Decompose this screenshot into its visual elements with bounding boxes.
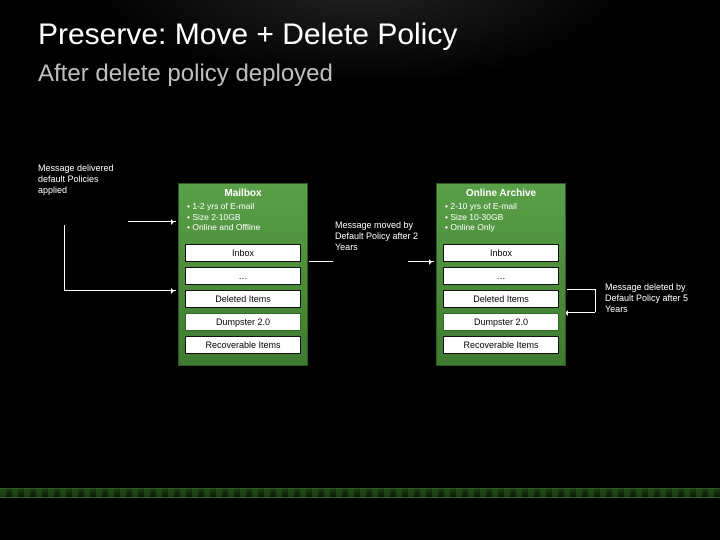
mailbox-row-deleted: Deleted Items (185, 290, 301, 308)
slide-title: Preserve: Move + Delete Policy (38, 18, 457, 52)
archive-row-inbox: Inbox (443, 244, 559, 262)
mailbox-title: Mailbox (179, 184, 307, 201)
archive-title: Online Archive (437, 184, 565, 201)
annotation-moved: Message moved by Default Policy after 2 … (335, 220, 425, 252)
annotation-deleted: Message deleted by Default Policy after … (605, 282, 705, 314)
archive-bullets: • 2-10 yrs of E-mail• Size 10-30GB• Onli… (437, 201, 565, 239)
mailbox-row-ellipsis: … (185, 267, 301, 285)
connector-mid-right (408, 261, 434, 262)
connector-right-in (567, 312, 595, 313)
mailbox-card: Mailbox • 1-2 yrs of E-mail• Size 2-10GB… (178, 183, 308, 366)
connector-elbow-left-h (64, 290, 176, 291)
mailbox-row-inbox: Inbox (185, 244, 301, 262)
connector-right-v (595, 289, 596, 312)
mailbox-row-recoverable: Recoverable Items (185, 336, 301, 354)
connector-elbow-left-v (64, 225, 65, 290)
slide-subtitle: After delete policy deployed (38, 60, 333, 88)
archive-row-deleted: Deleted Items (443, 290, 559, 308)
connector-mid-left (309, 261, 333, 262)
archive-card: Online Archive • 2-10 yrs of E-mail• Siz… (436, 183, 566, 366)
archive-row-ellipsis: … (443, 267, 559, 285)
mailbox-row-dumpster: Dumpster 2.0 (185, 313, 301, 331)
mailbox-bullets: • 1-2 yrs of E-mail• Size 2-10GB• Online… (179, 201, 307, 239)
arrow-deliver-to-inbox (128, 221, 176, 222)
annotation-delivered: Message delivered default Policies appli… (38, 163, 128, 195)
archive-row-recoverable: Recoverable Items (443, 336, 559, 354)
archive-row-dumpster: Dumpster 2.0 (443, 313, 559, 331)
footer-decorative-bar (0, 488, 720, 498)
connector-right-out (567, 289, 595, 290)
